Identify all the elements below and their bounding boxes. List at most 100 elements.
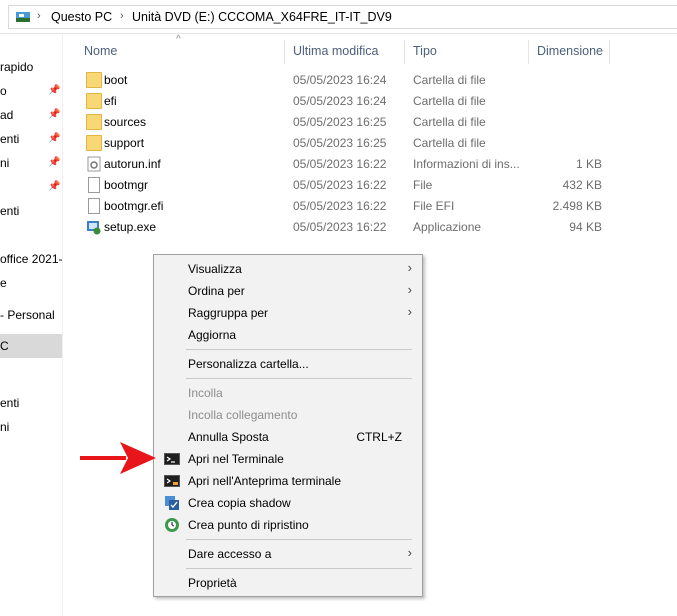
column-divider[interactable]	[609, 40, 610, 64]
menu-item-customize-folder[interactable]: Personalizza cartella...	[154, 353, 422, 375]
chevron-right-icon: ›	[407, 304, 412, 319]
menu-item-label: Proprietà	[188, 576, 237, 590]
breadcrumb-questo-pc[interactable]: Questo PC	[51, 10, 112, 24]
file-size: 94 KB	[569, 220, 602, 234]
chevron-right-icon[interactable]: ›	[37, 10, 41, 22]
menu-item-label: Apri nel Terminale	[188, 452, 284, 466]
nav-item-images[interactable]: ni	[0, 156, 9, 170]
menu-item-sort-by[interactable]: Ordina per ›	[154, 280, 422, 302]
file-row[interactable]: autorun.inf 05/05/2023 16:22 Informazion…	[78, 154, 608, 175]
nav-item-onedrive-personal[interactable]: - Personal	[0, 308, 55, 322]
menu-item-restore-point[interactable]: Crea punto di ripristino	[154, 514, 422, 536]
file-type: File	[413, 178, 433, 192]
menu-item-label: Incolla	[188, 386, 223, 400]
menu-item-label: Incolla collegamento	[188, 408, 298, 422]
file-icon	[88, 198, 100, 214]
terminal-icon	[164, 453, 180, 465]
setup-icon	[87, 221, 101, 235]
dvd-drive-icon	[16, 12, 30, 22]
column-divider[interactable]	[284, 40, 285, 64]
file-date: 05/05/2023 16:22	[293, 178, 387, 192]
menu-item-label: Dare accesso a	[188, 547, 272, 561]
file-date: 05/05/2023 16:22	[293, 199, 387, 213]
file-name: bootmgr.efi	[104, 199, 164, 213]
chevron-right-icon: ›	[407, 260, 412, 275]
pin-icon: 📌	[48, 157, 61, 168]
file-date: 05/05/2023 16:22	[293, 220, 387, 234]
nav-item-office[interactable]: office 2021-	[0, 252, 62, 266]
nav-item-documents[interactable]: enti	[0, 132, 19, 146]
file-size: 2.498 KB	[552, 199, 602, 213]
file-name: support	[104, 136, 145, 150]
file-date: 05/05/2023 16:25	[293, 136, 387, 150]
file-row[interactable]: support 05/05/2023 16:25 Cartella di fil…	[78, 133, 608, 154]
file-type: File EFI	[413, 199, 455, 213]
menu-item-label: Personalizza cartella...	[188, 357, 309, 371]
address-bar: › Questo PC › Unità DVD (E:) CCCOMA_X64F…	[0, 0, 677, 34]
file-row[interactable]: efi 05/05/2023 16:24 Cartella di file	[78, 91, 608, 112]
file-type: Informazioni di ins...	[413, 157, 520, 171]
file-row[interactable]: setup.exe 05/05/2023 16:22 Applicazione …	[78, 217, 608, 238]
column-divider[interactable]	[528, 40, 529, 64]
breadcrumb-dvd-drive[interactable]: Unità DVD (E:) CCCOMA_X64FRE_IT-IT_DV9	[132, 10, 392, 24]
file-type: Cartella di file	[413, 136, 486, 150]
nav-item-e[interactable]: e	[0, 276, 7, 290]
nav-item-quick-access[interactable]: rapido	[0, 60, 33, 74]
file-row[interactable]: boot 05/05/2023 16:24 Cartella di file	[78, 70, 608, 91]
file-name: bootmgr	[104, 178, 149, 192]
address-box[interactable]: › Questo PC › Unità DVD (E:) CCCOMA_X64F…	[8, 5, 677, 29]
folder-icon	[86, 135, 102, 151]
terminal-preview-icon	[164, 475, 180, 487]
sort-ascending-icon: ^	[176, 34, 181, 45]
menu-item-open-terminal-preview[interactable]: Apri nell'Anteprima terminale	[154, 470, 422, 492]
settings-file-icon	[87, 156, 101, 172]
shadow-copy-icon	[165, 496, 179, 510]
pin-icon: 📌	[48, 109, 61, 120]
menu-item-shortcut: CTRL+Z	[356, 430, 402, 444]
nav-item-documents-2[interactable]: enti	[0, 204, 19, 218]
menu-item-paste: Incolla	[154, 382, 422, 404]
menu-item-open-terminal[interactable]: Apri nel Terminale	[154, 448, 422, 470]
menu-item-group-by[interactable]: Raggruppa per ›	[154, 302, 422, 324]
column-header-name[interactable]: Nome	[84, 44, 117, 58]
nav-item-images-2[interactable]: ni	[0, 420, 9, 434]
nav-item-downloads[interactable]: ad	[0, 108, 13, 122]
column-header-size[interactable]: Dimensione	[537, 44, 603, 58]
column-header-modified[interactable]: Ultima modifica	[293, 44, 378, 58]
menu-separator	[186, 378, 412, 379]
chevron-right-icon: ›	[407, 545, 412, 560]
column-header-type[interactable]: Tipo	[413, 44, 437, 58]
file-row[interactable]: bootmgr.efi 05/05/2023 16:22 File EFI 2.…	[78, 196, 608, 217]
file-type: Cartella di file	[413, 94, 486, 108]
file-size: 432 KB	[562, 178, 602, 192]
restore-point-icon	[165, 518, 179, 532]
menu-item-undo-move[interactable]: Annulla Sposta CTRL+Z	[154, 426, 422, 448]
menu-item-label: Crea copia shadow	[188, 496, 291, 510]
menu-item-label: Aggiorna	[188, 328, 237, 342]
menu-item-shadow-copy[interactable]: Crea copia shadow	[154, 492, 422, 514]
chevron-right-icon[interactable]: ›	[120, 10, 124, 22]
file-icon	[88, 177, 100, 193]
menu-item-give-access[interactable]: Dare accesso a ›	[154, 543, 422, 565]
menu-separator	[186, 568, 412, 569]
menu-item-refresh[interactable]: Aggiorna	[154, 324, 422, 346]
menu-item-paste-link: Incolla collegamento	[154, 404, 422, 426]
file-type: Cartella di file	[413, 73, 486, 87]
file-name: sources	[104, 115, 147, 129]
nav-item-documents-3[interactable]: enti	[0, 396, 19, 410]
column-divider[interactable]	[404, 40, 405, 64]
file-row[interactable]: sources 05/05/2023 16:25 Cartella di fil…	[78, 112, 608, 133]
context-menu: Visualizza › Ordina per › Raggruppa per …	[153, 254, 423, 597]
file-row[interactable]: bootmgr 05/05/2023 16:22 File 432 KB	[78, 175, 608, 196]
nav-item-desktop[interactable]: o	[0, 84, 7, 98]
menu-item-properties[interactable]: Proprietà	[154, 572, 422, 594]
menu-item-view[interactable]: Visualizza ›	[154, 258, 422, 280]
chevron-right-icon: ›	[407, 282, 412, 297]
folder-icon	[86, 93, 102, 109]
menu-item-label: Raggruppa per	[188, 306, 269, 320]
menu-separator	[186, 349, 412, 350]
menu-item-label: Ordina per	[188, 284, 245, 298]
menu-item-label: Visualizza	[188, 262, 242, 276]
file-name: efi	[104, 94, 117, 108]
nav-item-this-pc-selected[interactable]: C	[0, 334, 62, 358]
